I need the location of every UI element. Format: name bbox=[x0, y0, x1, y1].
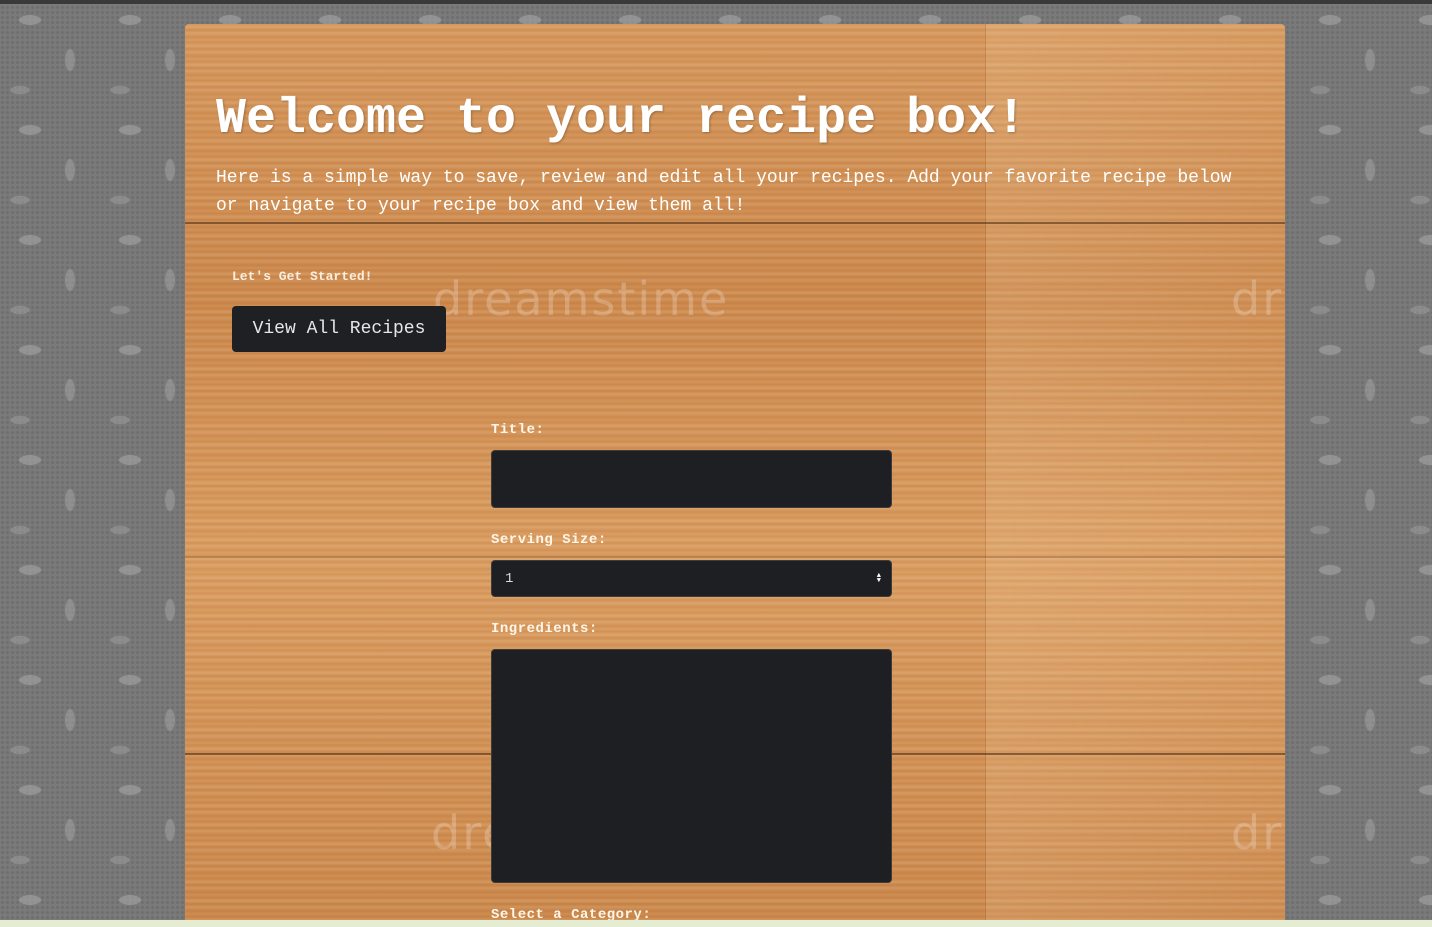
ingredients-textarea[interactable] bbox=[491, 649, 892, 883]
watermark-text: dr bbox=[1231, 806, 1284, 860]
bottom-strip bbox=[0, 920, 1432, 927]
plank-seam bbox=[185, 556, 1285, 558]
title-label: Title: bbox=[491, 422, 545, 438]
get-started-label: Let's Get Started! bbox=[232, 269, 373, 284]
top-bar bbox=[0, 0, 1432, 4]
ingredients-label: Ingredients: bbox=[491, 621, 598, 637]
serving-size-select[interactable]: 1 ▲ ▼ bbox=[491, 560, 892, 597]
spinner-arrows-icon: ▲ ▼ bbox=[876, 571, 881, 585]
serving-size-label: Serving Size: bbox=[491, 532, 607, 548]
recipe-panel: dreamstime dr dre dr Welcome to your rec… bbox=[185, 24, 1285, 924]
wood-plank bbox=[985, 24, 1285, 924]
page-subtitle: Here is a simple way to save, review and… bbox=[216, 168, 1232, 216]
plank-seam bbox=[185, 222, 1285, 224]
watermark-text: dreamstime bbox=[433, 272, 730, 326]
page-title: Welcome to your recipe box! bbox=[216, 91, 1027, 148]
watermark-text: dr bbox=[1231, 272, 1284, 326]
view-all-recipes-button[interactable]: View All Recipes bbox=[232, 306, 446, 352]
serving-size-value: 1 bbox=[505, 570, 514, 587]
title-input[interactable] bbox=[491, 450, 892, 508]
